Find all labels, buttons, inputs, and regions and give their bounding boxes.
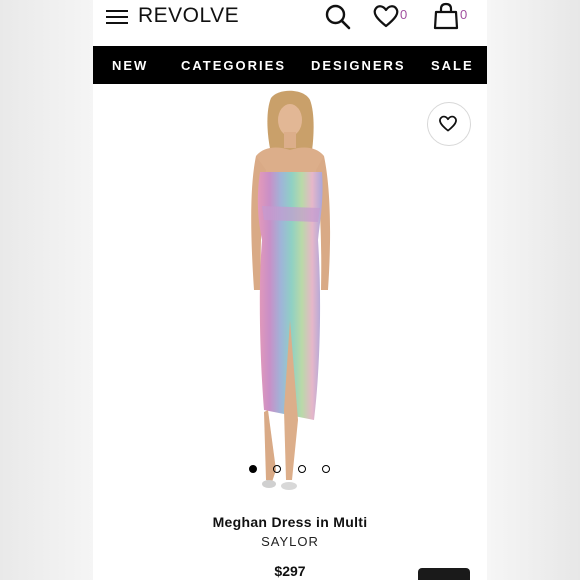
hamburger-icon[interactable] [106,10,128,24]
carousel-dot-2[interactable] [273,465,281,473]
product-title[interactable]: Meghan Dress in Multi [93,514,487,530]
left-backdrop [0,0,93,580]
site-header: REVOLVE 0 0 [93,0,487,46]
nav-designers[interactable]: DESIGNERS [311,58,406,73]
wishlist-count: 0 [400,7,408,22]
bag-count: 0 [460,7,468,22]
site-logo[interactable]: REVOLVE [138,4,239,28]
product-image-carousel[interactable] [93,84,487,504]
carousel-dot-3[interactable] [298,465,306,473]
product-photo [251,90,331,490]
carousel-dot-4[interactable] [322,465,330,473]
right-backdrop [487,0,580,580]
nav-categories[interactable]: CATEGORIES [181,58,286,73]
carousel-dot-1[interactable] [249,465,257,473]
search-icon[interactable] [324,3,352,31]
carousel-dots [93,465,487,475]
mobile-page: REVOLVE 0 0 NEW CATEGORIES DESIGNERS SAL… [93,0,487,580]
heart-icon[interactable] [372,3,400,29]
chat-tab[interactable] [418,568,470,580]
nav-sale[interactable]: SALE [431,58,474,73]
heart-outline-icon [439,115,457,132]
add-to-wishlist-button[interactable] [427,102,471,146]
main-nav: NEW CATEGORIES DESIGNERS SALE [93,46,487,84]
shopping-bag-icon[interactable] [433,2,459,30]
product-brand[interactable]: SAYLOR [93,534,487,549]
nav-new[interactable]: NEW [112,58,148,73]
